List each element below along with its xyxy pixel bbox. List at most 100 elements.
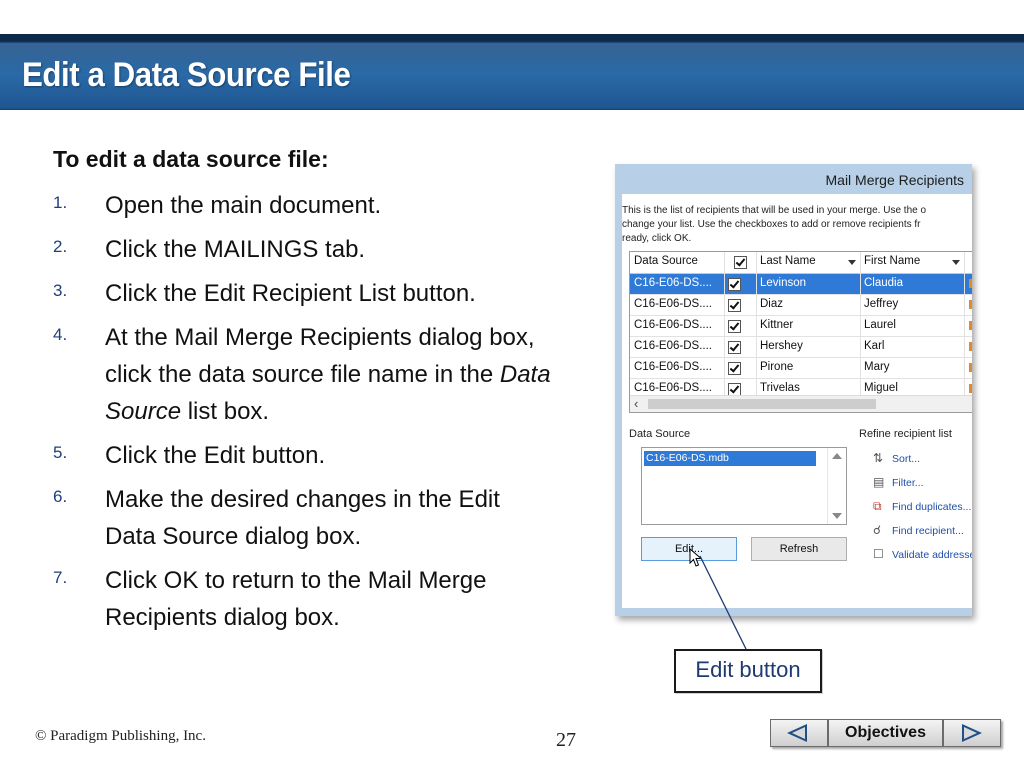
step-text-part: list box. xyxy=(181,398,270,425)
sort-az-icon: ⇅ xyxy=(873,451,884,465)
step-number: 4. xyxy=(53,325,68,344)
row-checkbox[interactable] xyxy=(728,318,756,334)
step-text: At the Mail Merge Recipients dialog box,… xyxy=(105,319,557,430)
cell-data-source: C16-E06-DS.... xyxy=(634,340,712,352)
step-5: 5. Click the Edit button. xyxy=(53,437,563,474)
grid-line xyxy=(630,315,972,316)
data-source-listbox[interactable]: C16-E06-DS.mdb xyxy=(641,447,847,525)
step-4: 4. At the Mail Merge Recipients dialog b… xyxy=(53,319,563,430)
refresh-button[interactable]: Refresh xyxy=(751,537,847,561)
column-header-data-source[interactable]: Data Source xyxy=(634,255,724,267)
validate-address-icon: ☐ xyxy=(873,547,884,561)
cell-first-name: Mary xyxy=(864,361,890,373)
cell-last-name: Hershey xyxy=(760,340,803,352)
arrow-left-icon xyxy=(787,724,807,742)
column-header-first-name[interactable]: First Name xyxy=(864,255,964,267)
chevron-down-icon[interactable] xyxy=(952,260,960,265)
objectives-button[interactable]: Objectives xyxy=(828,719,943,747)
grid-header: Data Source Last Name First Name xyxy=(630,252,972,274)
cell-first-name: Jeffrey xyxy=(864,298,899,310)
scroll-left-icon[interactable]: ‹ xyxy=(634,396,638,411)
step-number: 7. xyxy=(53,568,68,587)
cell-data-source: C16-E06-DS.... xyxy=(634,319,712,331)
cell-last-name: Kittner xyxy=(760,319,794,331)
chevron-down-icon[interactable] xyxy=(832,513,842,519)
cell-first-name: Karl xyxy=(864,340,885,352)
refine-find-recipient-label: Find recipient... xyxy=(892,525,964,537)
filter-icon: ▤ xyxy=(873,475,885,489)
mail-merge-recipients-dialog: Mail Merge Recipients This is the list o… xyxy=(615,164,972,616)
cell-marker xyxy=(969,279,972,288)
next-slide-button[interactable] xyxy=(943,719,1001,747)
step-text-part: At the Mail Merge Recipients dialog box,… xyxy=(105,324,535,388)
refine-filter-label: Filter... xyxy=(892,477,924,489)
checkbox-checked-icon[interactable] xyxy=(728,341,741,354)
refine-find-duplicates-link[interactable]: ⧉ Find duplicates... xyxy=(873,499,972,517)
cell-first-name: Miguel xyxy=(864,382,898,394)
step-number: 3. xyxy=(53,281,68,300)
data-source-item[interactable]: C16-E06-DS.mdb xyxy=(644,451,816,466)
grid-line xyxy=(724,252,725,412)
cell-data-source: C16-E06-DS.... xyxy=(634,382,712,394)
dialog-description: This is the list of recipients that will… xyxy=(622,204,967,246)
recipients-grid[interactable]: Data Source Last Name First Name C16-E06… xyxy=(629,251,972,413)
refine-filter-link[interactable]: ▤ Filter... xyxy=(873,475,972,493)
step-6: 6. Make the desired changes in the Edit … xyxy=(53,481,563,555)
grid-line xyxy=(630,336,972,337)
cell-first-name: Laurel xyxy=(864,319,896,331)
scrollbar-thumb[interactable] xyxy=(648,399,876,409)
header-checkbox[interactable] xyxy=(734,256,747,269)
arrow-right-icon xyxy=(962,724,982,742)
step-7: 7. Click OK to return to the Mail Merge … xyxy=(53,562,563,636)
dialog-title: Mail Merge Recipients xyxy=(825,172,965,188)
row-checkbox[interactable] xyxy=(728,297,756,313)
cell-last-name: Levinson xyxy=(760,277,807,289)
step-number: 2. xyxy=(53,237,68,256)
grid-line xyxy=(630,357,972,358)
refine-validate-link[interactable]: ☐ Validate addresses... xyxy=(873,547,972,565)
grid-line xyxy=(964,252,965,412)
previous-slide-button[interactable] xyxy=(770,719,828,747)
objectives-label: Objectives xyxy=(845,724,926,741)
table-row[interactable]: C16-E06-DS.... Hershey Karl xyxy=(630,337,972,357)
cell-last-name: Pirone xyxy=(760,361,794,373)
step-text: Click OK to return to the Mail Merge Rec… xyxy=(105,567,487,631)
table-row[interactable]: C16-E06-DS.... Levinson Claudia xyxy=(630,274,972,294)
column-header-last-name[interactable]: Last Name xyxy=(760,255,860,267)
grid-line xyxy=(630,378,972,379)
step-number: 6. xyxy=(53,487,68,506)
checkbox-checked-icon[interactable] xyxy=(728,320,741,333)
step-1: 1. Open the main document. xyxy=(53,187,563,224)
cell-marker xyxy=(969,321,972,330)
refine-list-label: Refine recipient list xyxy=(859,428,952,440)
cell-data-source: C16-E06-DS.... xyxy=(634,298,712,310)
cell-marker xyxy=(969,363,972,372)
chevron-down-icon[interactable] xyxy=(848,260,856,265)
step-number: 5. xyxy=(53,443,68,462)
row-checkbox[interactable] xyxy=(728,339,756,355)
table-row[interactable]: C16-E06-DS.... Diaz Jeffrey xyxy=(630,295,972,315)
slide-title: Edit a Data Source File xyxy=(22,56,351,94)
data-source-label: Data Source xyxy=(629,428,691,440)
grid-line xyxy=(860,252,861,412)
refine-sort-label: Sort... xyxy=(892,453,921,465)
table-row[interactable]: C16-E06-DS.... Pirone Mary xyxy=(630,358,972,378)
cell-first-name: Claudia xyxy=(864,277,903,289)
checkbox-checked-icon[interactable] xyxy=(728,362,741,375)
description-line: ready, click OK. xyxy=(622,233,692,244)
table-row[interactable]: C16-E06-DS.... Kittner Laurel xyxy=(630,316,972,336)
refine-sort-link[interactable]: ⇅ Sort... xyxy=(873,451,972,469)
row-checkbox[interactable] xyxy=(728,276,756,292)
row-checkbox[interactable] xyxy=(728,360,756,376)
find-duplicates-icon: ⧉ xyxy=(873,499,882,513)
checkbox-checked-icon[interactable] xyxy=(728,278,741,291)
grid-line xyxy=(630,294,972,295)
step-number: 1. xyxy=(53,193,68,212)
chevron-up-icon[interactable] xyxy=(832,453,842,459)
find-recipient-icon: ☌ xyxy=(873,523,882,537)
refine-find-recipient-link[interactable]: ☌ Find recipient... xyxy=(873,523,972,541)
cell-data-source: C16-E06-DS.... xyxy=(634,361,712,373)
cell-data-source: C16-E06-DS.... xyxy=(634,277,712,289)
horizontal-scrollbar[interactable]: ‹ xyxy=(630,395,972,412)
checkbox-checked-icon[interactable] xyxy=(728,299,741,312)
